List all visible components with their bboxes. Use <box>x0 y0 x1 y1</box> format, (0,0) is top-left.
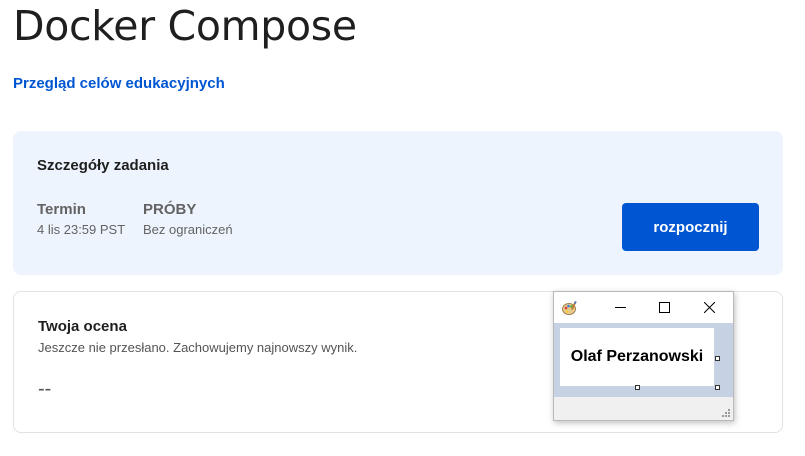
page-title: Docker Compose <box>13 2 357 50</box>
assignment-details-card: Szczegóły zadania Termin 4 lis 23:59 PST… <box>13 131 783 275</box>
maximize-button[interactable] <box>642 292 686 323</box>
maximize-icon <box>659 302 670 313</box>
grade-status-text: Jeszcze nie przesłano. Zachowujemy najno… <box>38 340 358 355</box>
size-grip-icon[interactable] <box>721 408 731 418</box>
attempts-value: Bez ograniczeń <box>143 222 233 237</box>
minimize-button[interactable] <box>598 292 642 323</box>
paint-palette-icon <box>562 300 578 316</box>
popup-window[interactable]: Olaf Perzanowski <box>553 291 734 421</box>
deadline-info: Termin 4 lis 23:59 PST <box>37 201 125 237</box>
resize-handle-bottom[interactable] <box>635 385 640 390</box>
close-button[interactable] <box>687 292 731 323</box>
minimize-icon <box>615 307 626 308</box>
learning-objectives-link[interactable]: Przegląd celów edukacyjnych <box>13 75 225 92</box>
resize-handle-corner[interactable] <box>715 385 720 390</box>
grade-heading: Twoja ocena <box>38 318 127 335</box>
attempts-label: PRÓBY <box>143 201 197 218</box>
name-label[interactable]: Olaf Perzanowski <box>560 328 714 386</box>
deadline-label: Termin <box>37 201 86 218</box>
attempts-info: PRÓBY Bez ograniczeń <box>143 201 233 237</box>
resize-handle-right[interactable] <box>715 356 720 361</box>
grade-value: -- <box>38 378 52 400</box>
close-icon <box>704 302 715 313</box>
deadline-value: 4 lis 23:59 PST <box>37 222 126 237</box>
assignment-details-heading: Szczegóły zadania <box>37 157 169 174</box>
popup-titlebar[interactable] <box>554 292 733 323</box>
start-button[interactable]: rozpocznij <box>622 203 759 251</box>
popup-client-area: Olaf Perzanowski <box>554 323 733 397</box>
